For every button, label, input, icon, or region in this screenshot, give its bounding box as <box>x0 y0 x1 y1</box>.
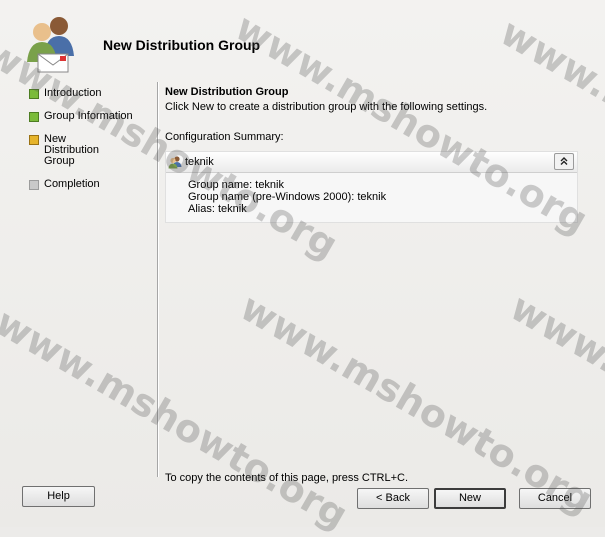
step-complete-icon <box>29 89 39 99</box>
step-introduction: Introduction <box>26 88 151 99</box>
summary-detail-line: Group name (pre-Windows 2000): teknik <box>188 191 387 203</box>
chevron-double-up-icon <box>560 157 568 165</box>
back-button[interactable]: < Back <box>357 488 429 509</box>
content-title: New Distribution Group <box>165 86 289 98</box>
cancel-button[interactable]: Cancel <box>519 488 591 509</box>
step-completion: Completion <box>26 179 151 190</box>
summary-detail-line: Group name: teknik <box>188 179 284 191</box>
wizard-header: New Distribution Group <box>0 0 605 80</box>
step-complete-icon <box>29 112 39 122</box>
page-title: New Distribution Group <box>103 37 261 53</box>
step-pending-icon <box>29 180 39 190</box>
step-label: Group Information <box>44 110 133 122</box>
summary-detail-line: Alias: teknik <box>188 203 247 215</box>
config-summary-label: Configuration Summary: <box>165 131 284 143</box>
watermark-text: www.mshowto.org <box>503 285 605 523</box>
content-description: Click New to create a distribution group… <box>165 101 488 113</box>
content-panel: New Distribution Group Click New to crea… <box>165 86 585 143</box>
collapse-button[interactable] <box>554 153 574 170</box>
step-current-icon <box>29 135 39 145</box>
step-group-information: Group Information <box>26 111 151 122</box>
step-new-distribution-group: New Distribution Group <box>26 134 124 167</box>
new-button[interactable]: New <box>434 488 506 509</box>
step-label: Completion <box>44 178 100 190</box>
summary-header[interactable]: teknik <box>166 152 577 173</box>
summary-group-name: teknik <box>185 156 214 168</box>
step-label: New Distribution Group <box>44 133 100 167</box>
config-summary-box: teknik Group name: teknik Group name (pr… <box>165 151 578 223</box>
help-button[interactable]: Help <box>22 486 95 507</box>
watermark-text: www.mshowto.org <box>233 285 601 523</box>
step-label: Introduction <box>44 87 102 99</box>
wizard-steps: Introduction Group Information New Distr… <box>26 88 151 202</box>
distribution-group-icon <box>27 17 74 73</box>
panel-divider <box>157 82 159 477</box>
wizard-window: New Distribution Group Introduction Grou… <box>0 0 605 537</box>
copy-hint: To copy the contents of this page, press… <box>165 472 409 484</box>
summary-details: Group name: teknik Group name (pre-Windo… <box>188 179 386 215</box>
group-icon <box>168 156 182 169</box>
